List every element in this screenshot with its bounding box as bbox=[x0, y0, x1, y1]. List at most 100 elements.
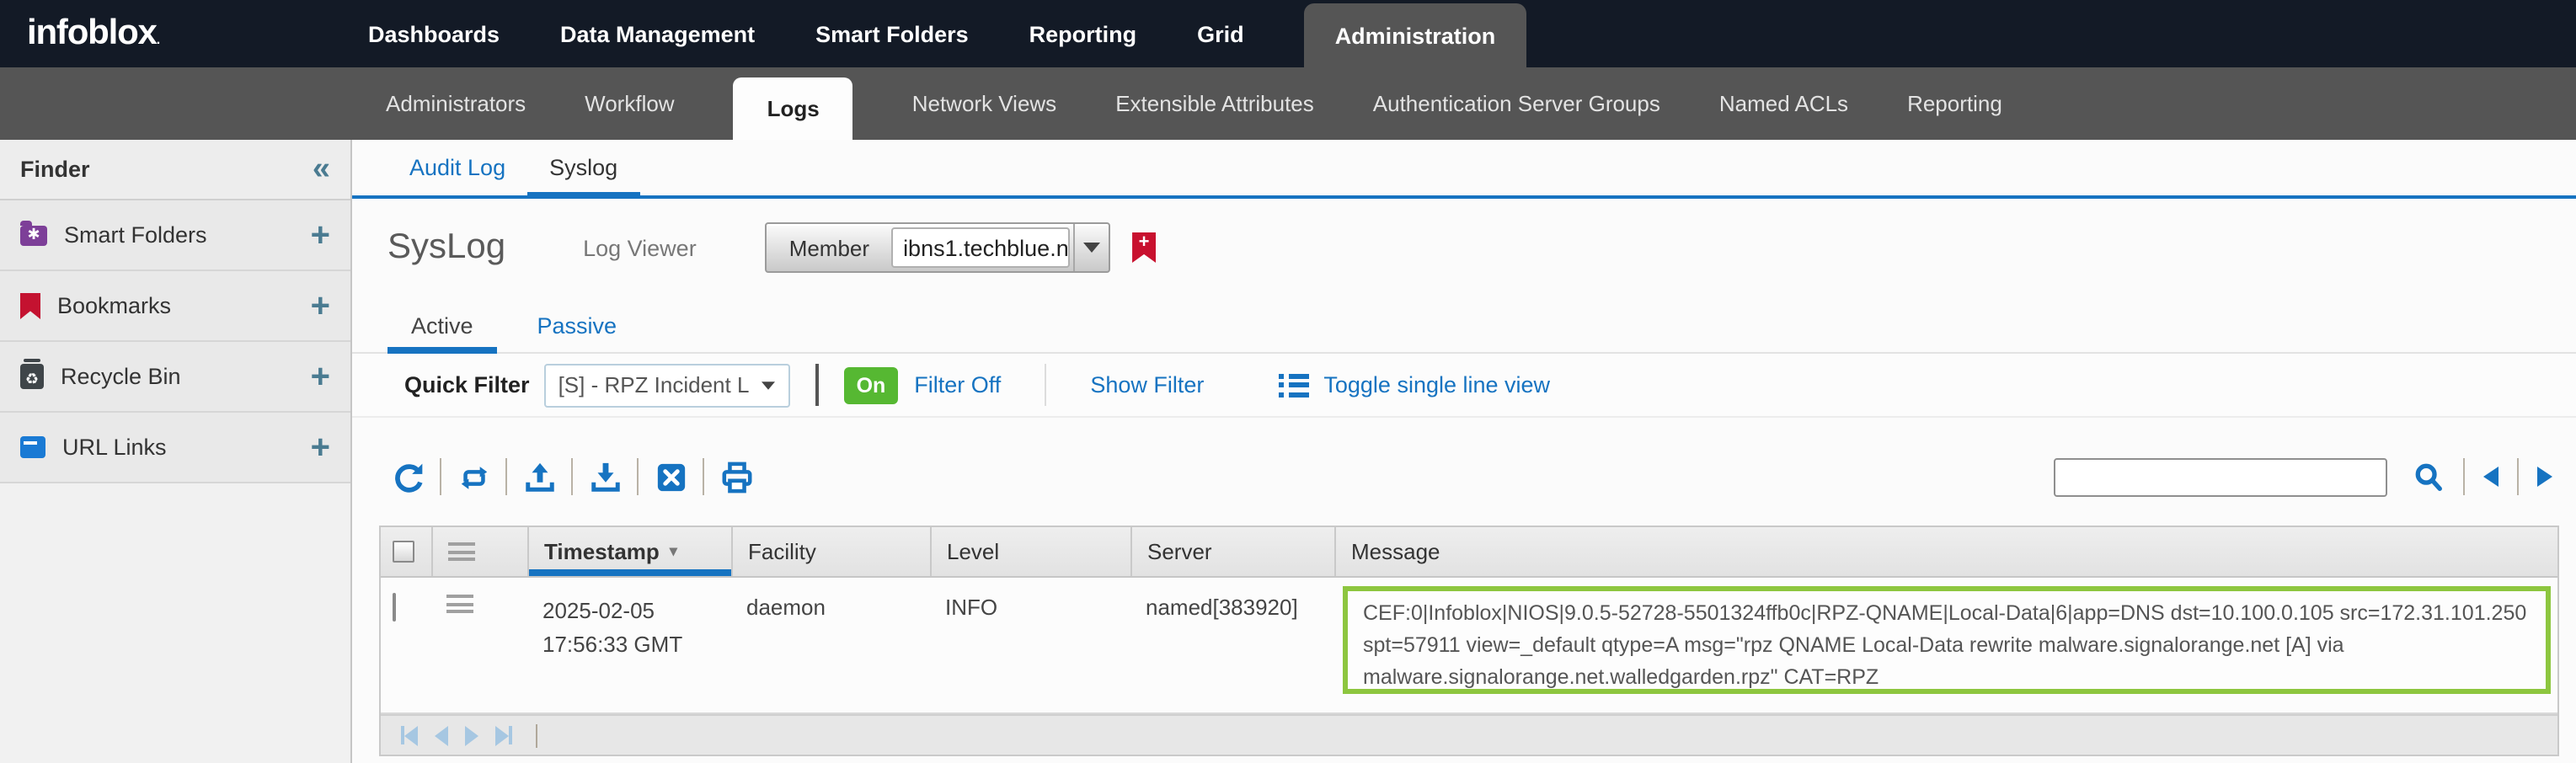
subnav-named-acls[interactable]: Named ACLs bbox=[1719, 91, 1848, 116]
search-input[interactable] bbox=[2054, 457, 2387, 496]
previous-page-icon[interactable] bbox=[2483, 467, 2499, 487]
member-selector[interactable]: Member ibns1.techblue.net bbox=[766, 222, 1110, 273]
first-page-button[interactable] bbox=[401, 725, 418, 745]
column-header-facility[interactable]: Facility bbox=[731, 527, 930, 576]
main-content: Audit Log Syslog SysLog Log Viewer Membe… bbox=[352, 140, 2576, 763]
nav-administration-active-tab[interactable]: Administration bbox=[1305, 3, 1526, 67]
upload-button[interactable] bbox=[522, 460, 556, 494]
select-all-checkbox[interactable] bbox=[393, 541, 414, 563]
divider bbox=[816, 364, 820, 406]
expand-recycle-bin-button[interactable]: + bbox=[311, 360, 330, 393]
restart-services-button[interactable] bbox=[457, 460, 490, 494]
subnav-reporting[interactable]: Reporting bbox=[1907, 91, 2002, 116]
toolbar-divider bbox=[440, 458, 441, 495]
next-page-icon[interactable] bbox=[2537, 467, 2552, 487]
member-dropdown-button[interactable] bbox=[1073, 224, 1109, 271]
syslog-header: SysLog Log Viewer Member ibns1.techblue.… bbox=[352, 199, 2576, 296]
member-value-field[interactable]: ibns1.techblue.net bbox=[891, 227, 1070, 268]
subnav-logs-active-tab[interactable]: Logs bbox=[734, 77, 853, 140]
bookmark-icon bbox=[20, 292, 40, 319]
add-url-link-button[interactable]: + bbox=[311, 430, 330, 464]
add-bookmark-ribbon-icon[interactable]: + bbox=[1132, 232, 1156, 263]
column-header-message[interactable]: Message bbox=[1334, 527, 2557, 576]
last-page-button[interactable] bbox=[495, 725, 512, 745]
tab-syslog-active[interactable]: Syslog bbox=[527, 155, 639, 195]
row-select-cell bbox=[381, 578, 431, 712]
finder-title: Finder bbox=[20, 157, 90, 182]
subnav-workflow[interactable]: Workflow bbox=[585, 91, 674, 116]
infoblox-logo: infoblox. bbox=[27, 13, 159, 54]
top-nav-items: Dashboards Data Management Smart Folders… bbox=[368, 0, 1526, 67]
clear-button[interactable] bbox=[654, 460, 687, 494]
search-icon[interactable] bbox=[2411, 460, 2445, 494]
select-all-cell bbox=[381, 527, 431, 576]
nav-reporting[interactable]: Reporting bbox=[1029, 21, 1137, 46]
single-line-view-icon[interactable] bbox=[1278, 373, 1308, 397]
column-header-timestamp[interactable]: Timestamp▾ bbox=[527, 527, 731, 576]
nav-smart-folders[interactable]: Smart Folders bbox=[815, 21, 969, 46]
table-row[interactable]: 2025-02-05 17:56:33 GMT daemon INFO name… bbox=[381, 578, 2557, 714]
filter-on-toggle[interactable]: On bbox=[845, 366, 898, 403]
column-menu-icon[interactable] bbox=[448, 542, 475, 561]
sidebar-item-label: URL Links bbox=[62, 435, 167, 460]
log-viewer-label: Log Viewer bbox=[583, 235, 697, 260]
download-button[interactable] bbox=[588, 460, 622, 494]
print-button[interactable] bbox=[719, 460, 753, 494]
sidebar-item-recycle-bin[interactable]: ♻ Recycle Bin + bbox=[0, 342, 350, 413]
toolbar-divider bbox=[571, 458, 573, 495]
filter-off-link[interactable]: Filter Off bbox=[914, 372, 1001, 398]
column-header-server[interactable]: Server bbox=[1130, 527, 1334, 576]
sidebar-item-smart-folders[interactable]: ✱ Smart Folders + bbox=[0, 200, 350, 271]
nav-data-management[interactable]: Data Management bbox=[560, 21, 755, 46]
quick-filter-dropdown[interactable]: [S] - RPZ Incident L bbox=[545, 363, 791, 407]
smart-folder-icon: ✱ bbox=[20, 225, 47, 245]
sidebar-item-label: Bookmarks bbox=[57, 293, 171, 318]
toolbar-divider bbox=[505, 458, 507, 495]
tab-audit-log[interactable]: Audit Log bbox=[387, 155, 527, 195]
toggle-single-line-view-link[interactable]: Toggle single line view bbox=[1323, 372, 1550, 398]
cell-facility: daemon bbox=[731, 578, 930, 712]
finder-header: Finder « bbox=[0, 140, 350, 200]
add-bookmark-button[interactable]: + bbox=[311, 289, 330, 323]
toolbar-divider bbox=[2517, 458, 2519, 495]
quick-filter-label: Quick Filter bbox=[404, 372, 530, 398]
highlighted-message-box: CEF:0|Infoblox|NIOS|9.0.5-52728-5501324f… bbox=[1343, 586, 2551, 694]
previous-page-button[interactable] bbox=[435, 725, 448, 745]
subnav-extensible-attributes[interactable]: Extensible Attributes bbox=[1115, 91, 1314, 116]
show-filter-link[interactable]: Show Filter bbox=[1090, 372, 1204, 398]
row-menu-icon[interactable] bbox=[446, 595, 473, 613]
subnav-network-views[interactable]: Network Views bbox=[912, 91, 1056, 116]
admin-sub-nav: Administrators Workflow Logs Network Vie… bbox=[0, 67, 2576, 140]
member-label: Member bbox=[767, 235, 891, 260]
header-menu-cell bbox=[431, 527, 527, 576]
nav-dashboards[interactable]: Dashboards bbox=[368, 21, 500, 46]
sidebar-item-label: Recycle Bin bbox=[61, 364, 181, 389]
nav-grid[interactable]: Grid bbox=[1197, 21, 1244, 46]
tab-active[interactable]: Active bbox=[387, 313, 497, 352]
row-checkbox[interactable] bbox=[393, 593, 396, 622]
toolbar-divider bbox=[637, 458, 639, 495]
page-title: SysLog bbox=[387, 227, 505, 268]
sidebar-item-bookmarks[interactable]: Bookmarks + bbox=[0, 271, 350, 342]
row-menu-cell bbox=[431, 578, 527, 712]
toolbar-divider bbox=[703, 458, 704, 495]
refresh-button[interactable] bbox=[391, 460, 425, 494]
cell-timestamp: 2025-02-05 17:56:33 GMT bbox=[527, 578, 731, 712]
add-smart-folder-button[interactable]: + bbox=[311, 218, 330, 252]
divider bbox=[536, 723, 537, 747]
divider bbox=[1045, 364, 1046, 406]
subnav-administrators[interactable]: Administrators bbox=[386, 91, 526, 116]
next-page-button[interactable] bbox=[465, 725, 478, 745]
state-tabs: Active Passive bbox=[352, 296, 2576, 354]
syslog-table: Timestamp▾ Facility Level Server Message… bbox=[379, 526, 2559, 756]
tab-passive[interactable]: Passive bbox=[514, 313, 641, 352]
cell-message: CEF:0|Infoblox|NIOS|9.0.5-52728-5501324f… bbox=[1334, 578, 2557, 712]
sidebar-empty-area bbox=[0, 483, 350, 763]
recycle-bin-icon: ♻ bbox=[20, 364, 44, 389]
cell-server: named[383920] bbox=[1130, 578, 1334, 712]
trademark-dot: . bbox=[157, 32, 159, 47]
sidebar-item-url-links[interactable]: URL Links + bbox=[0, 413, 350, 483]
subnav-auth-server-groups[interactable]: Authentication Server Groups bbox=[1373, 91, 1660, 116]
column-header-level[interactable]: Level bbox=[930, 527, 1130, 576]
collapse-sidebar-icon[interactable]: « bbox=[313, 153, 330, 185]
